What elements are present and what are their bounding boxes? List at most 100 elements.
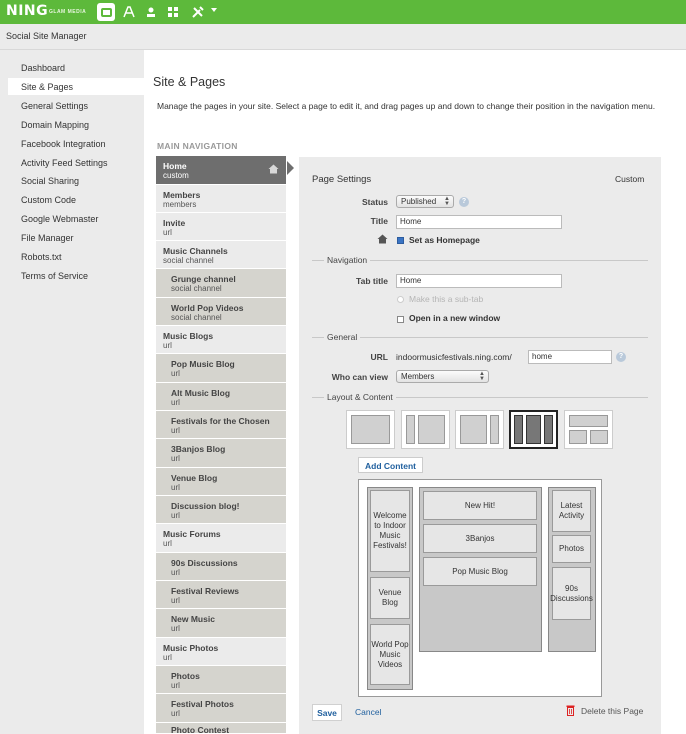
page-row-members[interactable]: Members members bbox=[156, 185, 286, 213]
status-label: Status bbox=[362, 197, 388, 207]
content-box[interactable]: New Hit! bbox=[423, 491, 537, 520]
sidebar-item-facebook-integration[interactable]: Facebook Integration bbox=[8, 135, 144, 152]
content-box[interactable]: Welcome to Indoor Music Festivals! bbox=[370, 490, 410, 572]
layout-option-two-column-right[interactable] bbox=[455, 410, 504, 449]
page-row-music-blogs[interactable]: Music Blogs url bbox=[156, 326, 286, 354]
page-row-photos[interactable]: Photos url bbox=[156, 666, 286, 694]
status-select[interactable]: Published ▲ ▼ bbox=[396, 195, 454, 208]
page-row-world-pop-videos[interactable]: World Pop Videos social channel bbox=[156, 298, 286, 326]
page-row-grunge-channel[interactable]: Grunge channel social channel bbox=[156, 269, 286, 298]
appearance-icon[interactable] bbox=[120, 3, 138, 21]
page-type: url bbox=[171, 709, 180, 718]
trash-icon[interactable] bbox=[566, 704, 575, 716]
top-bar: NING GLAM MEDIA bbox=[0, 0, 686, 24]
url-label: URL bbox=[370, 352, 388, 362]
page-row-discussion-blog[interactable]: Discussion blog! url bbox=[156, 496, 286, 524]
help-icon[interactable]: ? bbox=[459, 197, 469, 207]
page-type: url bbox=[163, 653, 172, 662]
members-icon[interactable] bbox=[142, 3, 160, 21]
page-row-music-forums[interactable]: Music Forums url bbox=[156, 524, 286, 553]
subtab-radio[interactable] bbox=[397, 296, 404, 303]
page-row-90s-discussions[interactable]: 90s Discussions url bbox=[156, 553, 286, 581]
page-row-alt-music-blog[interactable]: Alt Music Blog url bbox=[156, 383, 286, 411]
page-name: Invite bbox=[163, 218, 186, 228]
save-button[interactable]: Save bbox=[312, 704, 342, 721]
delete-page-link[interactable]: Delete this Page bbox=[581, 706, 643, 716]
content-box[interactable]: 90s Discussions bbox=[550, 567, 593, 620]
content-box[interactable]: Venue Blog bbox=[370, 577, 410, 619]
content-box[interactable]: Photos bbox=[552, 535, 591, 563]
page-name: Photo Contest bbox=[171, 725, 230, 734]
page-type: social channel bbox=[171, 313, 222, 322]
layout-option-single-column[interactable] bbox=[346, 410, 395, 449]
layout-option-three-column[interactable] bbox=[509, 410, 558, 449]
content-box[interactable]: Latest Activity bbox=[552, 490, 591, 532]
sidebar-item-site-pages[interactable]: Site & Pages bbox=[8, 78, 144, 95]
tools-icon[interactable] bbox=[189, 3, 207, 21]
sidebar-item-google-webmaster[interactable]: Google Webmaster bbox=[8, 210, 144, 227]
sidebar-item-social-sharing[interactable]: Social Sharing bbox=[8, 172, 144, 189]
sidebar-item-domain-mapping[interactable]: Domain Mapping bbox=[8, 116, 144, 133]
content-box[interactable]: 3Banjos bbox=[423, 524, 537, 553]
page-row-music-channels[interactable]: Music Channels social channel bbox=[156, 241, 286, 269]
sidebar-item-terms-of-service[interactable]: Terms of Service bbox=[8, 267, 144, 284]
who-can-view-select[interactable]: Members ▲ ▼ bbox=[396, 370, 489, 383]
page-row-festivals-for-the-chosen[interactable]: Festivals for the Chosen url bbox=[156, 411, 286, 439]
page-type: url bbox=[163, 228, 172, 237]
page-row-home[interactable]: Home custom bbox=[156, 156, 286, 185]
layout-option-grid[interactable] bbox=[564, 410, 613, 449]
page-row-festival-reviews[interactable]: Festival Reviews url bbox=[156, 581, 286, 609]
page-type: custom bbox=[163, 171, 189, 180]
content-box[interactable]: Pop Music Blog bbox=[423, 557, 537, 586]
new-window-checkbox[interactable] bbox=[397, 316, 404, 323]
title-input[interactable]: Home bbox=[396, 215, 562, 229]
navigation-section-title: Navigation bbox=[324, 255, 371, 265]
main-navigation-heading: MAIN NAVIGATION bbox=[157, 141, 238, 151]
subheader: Social Site Manager bbox=[0, 24, 686, 50]
set-homepage-checkbox[interactable] bbox=[397, 237, 404, 244]
sidebar-item-general-settings[interactable]: General Settings bbox=[8, 97, 144, 114]
features-icon[interactable] bbox=[164, 3, 182, 21]
chevron-updown-icon: ▲ ▼ bbox=[479, 371, 485, 382]
page-settings-title: Page Settings bbox=[312, 174, 372, 185]
page-type: social channel bbox=[171, 284, 222, 293]
page-row-venue-blog[interactable]: Venue Blog url bbox=[156, 468, 286, 496]
page-type: members bbox=[163, 200, 197, 209]
page-row-festival-photos[interactable]: Festival Photos url bbox=[156, 694, 286, 723]
manager-title: Social Site Manager bbox=[6, 31, 87, 41]
page-title: Site & Pages bbox=[153, 75, 226, 89]
ning-logo[interactable]: NING bbox=[6, 3, 48, 19]
page-type: url bbox=[171, 624, 180, 633]
page-name: 90s Discussions bbox=[171, 558, 238, 568]
page-name: Venue Blog bbox=[171, 473, 218, 483]
page-name: Festival Reviews bbox=[171, 586, 240, 596]
chevron-down-icon[interactable] bbox=[211, 8, 217, 12]
help-icon[interactable]: ? bbox=[616, 352, 626, 362]
sidebar-item-custom-code[interactable]: Custom Code bbox=[8, 191, 144, 208]
content-box[interactable]: World Pop Music Videos bbox=[370, 624, 410, 685]
page-name: Music Photos bbox=[163, 643, 219, 653]
sidebar-item-activity-feed-settings[interactable]: Activity Feed Settings bbox=[8, 154, 144, 171]
page-row-3banjos-blog[interactable]: 3Banjos Blog url bbox=[156, 439, 286, 468]
sidebar-item-robots[interactable]: Robots.txt bbox=[8, 248, 144, 265]
add-content-button[interactable]: Add Content bbox=[358, 457, 423, 473]
sidebar-item-dashboard[interactable]: Dashboard bbox=[8, 59, 144, 76]
cancel-link[interactable]: Cancel bbox=[355, 707, 381, 717]
layout-option-two-column-left[interactable] bbox=[401, 410, 450, 449]
page-row-invite[interactable]: Invite url bbox=[156, 213, 286, 241]
tab-title-input[interactable]: Home bbox=[396, 274, 562, 288]
page-name: Discussion blog! bbox=[171, 501, 240, 511]
url-input[interactable]: home bbox=[528, 350, 612, 364]
page-row-photo-contest[interactable]: Photo Contest bbox=[156, 723, 286, 734]
selection-arrow bbox=[287, 161, 294, 175]
page-name: Music Blogs bbox=[163, 331, 214, 341]
page-row-new-music[interactable]: New Music url bbox=[156, 609, 286, 638]
page-row-music-photos[interactable]: Music Photos url bbox=[156, 638, 286, 666]
manage-icon[interactable] bbox=[97, 3, 115, 21]
set-homepage-label: Set as Homepage bbox=[409, 235, 480, 245]
page-name: Home bbox=[163, 161, 187, 171]
page-type: url bbox=[171, 369, 180, 378]
page-type: url bbox=[171, 596, 180, 605]
page-row-pop-music-blog[interactable]: Pop Music Blog url bbox=[156, 354, 286, 383]
sidebar-item-file-manager[interactable]: File Manager bbox=[8, 229, 144, 246]
